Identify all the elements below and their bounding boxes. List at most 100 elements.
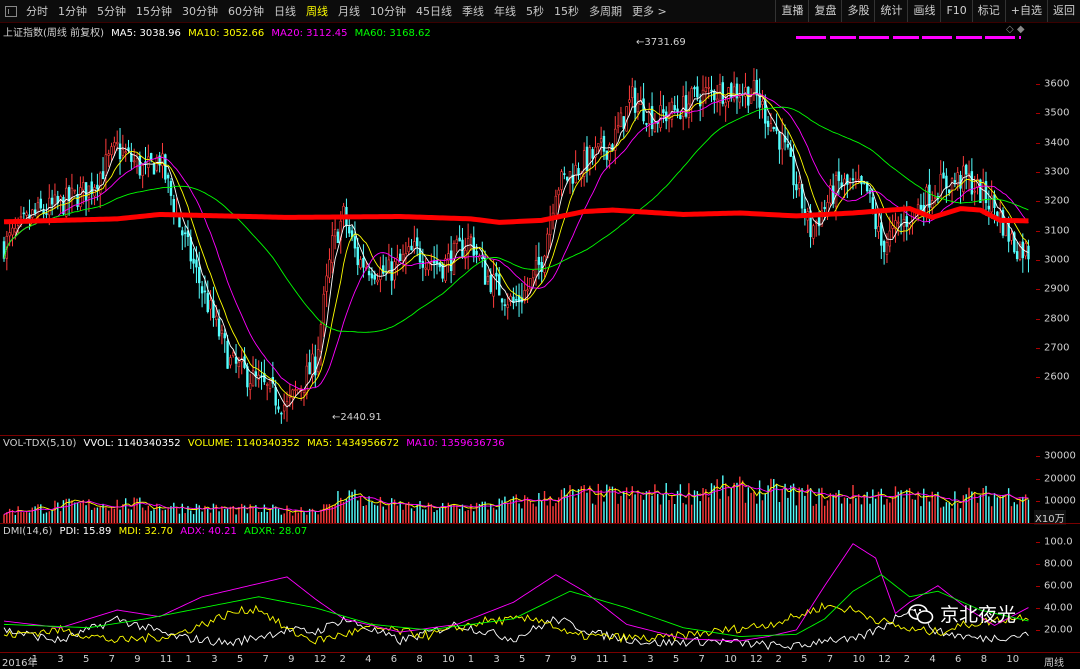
tool-button-3[interactable]: 统计 bbox=[874, 0, 907, 22]
y-tick-mark bbox=[1036, 563, 1040, 565]
y-tick-mark bbox=[1036, 455, 1040, 457]
candle-body bbox=[82, 182, 85, 191]
candle-body bbox=[662, 109, 665, 114]
x-tick-label: 7 bbox=[544, 654, 552, 665]
tool-button-1[interactable]: 复盘 bbox=[808, 0, 841, 22]
candle-body bbox=[220, 329, 224, 334]
candle-body bbox=[710, 89, 713, 92]
price-chart[interactable] bbox=[0, 34, 1034, 436]
period-tab-8[interactable]: 月线 bbox=[333, 3, 365, 19]
dmi-chart[interactable] bbox=[0, 536, 1034, 652]
candle-body bbox=[681, 96, 685, 117]
tool-button-0[interactable]: 直播 bbox=[775, 0, 808, 22]
tool-button-2[interactable]: 多股 bbox=[841, 0, 874, 22]
candle-body bbox=[215, 315, 218, 320]
candle-body bbox=[1024, 243, 1027, 257]
candle-body bbox=[605, 150, 608, 160]
low-price-label: ←2440.91 bbox=[332, 412, 382, 423]
candle-body bbox=[84, 182, 88, 202]
candle-body bbox=[223, 333, 226, 339]
candle-body bbox=[39, 198, 42, 209]
period-tab-2[interactable]: 5分钟 bbox=[92, 3, 131, 19]
candle-body bbox=[325, 275, 328, 292]
candle-body bbox=[715, 98, 719, 102]
vol-ma5-value: MA5: 1434956672 bbox=[307, 438, 400, 449]
candle-body bbox=[877, 226, 880, 232]
period-tab-0[interactable]: 分时 bbox=[21, 3, 53, 19]
candle-body bbox=[823, 206, 826, 210]
adx-line bbox=[3, 543, 1029, 642]
period-tab-14[interactable]: 15秒 bbox=[549, 3, 584, 19]
candle-body bbox=[110, 146, 113, 155]
tool-button-6[interactable]: 标记 bbox=[971, 0, 1005, 22]
candle-body bbox=[897, 221, 900, 224]
period-tab-6[interactable]: 日线 bbox=[269, 3, 301, 19]
tool-button-4[interactable]: 画线 bbox=[907, 0, 940, 22]
x-tick-label: 4 bbox=[365, 654, 372, 665]
volume-chart[interactable] bbox=[0, 449, 1034, 524]
y-tick-mark bbox=[1036, 607, 1040, 609]
candle-body bbox=[628, 99, 631, 103]
candle-body bbox=[172, 198, 175, 215]
x-tick-label: 5 bbox=[236, 654, 244, 665]
sidebar-toggle-icon[interactable] bbox=[5, 5, 17, 17]
candle-body bbox=[846, 174, 849, 185]
period-tab-3[interactable]: 15分钟 bbox=[131, 3, 177, 19]
tool-button-5[interactable]: F10 bbox=[940, 0, 971, 22]
candle-body bbox=[398, 253, 402, 262]
x-tick-label: 3 bbox=[57, 654, 64, 665]
candle-body bbox=[331, 235, 334, 264]
candle-body bbox=[353, 236, 357, 249]
period-tab-4[interactable]: 30分钟 bbox=[177, 3, 223, 19]
candle-body bbox=[328, 259, 331, 279]
x-tick-label: 3 bbox=[211, 654, 218, 665]
candle-body bbox=[602, 135, 606, 152]
candle-body bbox=[249, 383, 252, 390]
candle-body bbox=[166, 174, 170, 179]
volume-y-tick: 20000 bbox=[1044, 473, 1076, 485]
candle-body bbox=[367, 270, 371, 276]
candle-body bbox=[789, 147, 792, 157]
candle-body bbox=[121, 149, 125, 156]
candle-body bbox=[619, 112, 623, 127]
candle-body bbox=[732, 86, 736, 101]
candle-body bbox=[942, 172, 945, 179]
volume-y-axis: 30000 20000 10000 100.0 80.00 60.00 40.00 20.00 bbox=[1036, 0, 1080, 668]
candle-body bbox=[874, 210, 877, 230]
candle-body bbox=[444, 258, 447, 282]
candle-body bbox=[161, 153, 164, 167]
period-tab-7[interactable]: 周线 bbox=[301, 3, 333, 19]
period-tab-11[interactable]: 季线 bbox=[457, 3, 489, 19]
period-tab-1[interactable]: 1分钟 bbox=[53, 3, 92, 19]
dmi-y-tick: 60.00 bbox=[1044, 580, 1073, 592]
x-tick-label: 10 bbox=[724, 654, 737, 665]
candle-body bbox=[885, 242, 889, 255]
candle-body bbox=[500, 298, 504, 303]
dmi-y-tick: 40.00 bbox=[1044, 602, 1073, 614]
candle-body bbox=[53, 194, 57, 206]
period-tab-15[interactable]: 多周期 bbox=[584, 3, 627, 19]
x-tick-label: 2 bbox=[903, 654, 911, 665]
x-tick-label: 7 bbox=[262, 654, 269, 665]
candle-body bbox=[305, 365, 309, 395]
period-tab-16[interactable]: 更多 > bbox=[627, 3, 672, 19]
candle-body bbox=[761, 101, 764, 105]
period-tab-10[interactable]: 45日线 bbox=[411, 3, 457, 19]
candle-body bbox=[769, 123, 773, 132]
candle-body bbox=[588, 147, 592, 170]
candle-body bbox=[294, 389, 297, 391]
period-tab-13[interactable]: 5秒 bbox=[521, 3, 549, 19]
period-tab-12[interactable]: 年线 bbox=[489, 3, 521, 19]
candle-body bbox=[792, 156, 795, 186]
candle-body bbox=[65, 187, 68, 217]
x-tick-label: 10 bbox=[852, 654, 866, 665]
x-tick-label: 10 bbox=[442, 654, 455, 665]
candle-body bbox=[265, 384, 269, 386]
candle-body bbox=[169, 181, 173, 196]
candles bbox=[2, 68, 1030, 424]
period-tab-5[interactable]: 60分钟 bbox=[223, 3, 269, 19]
period-tab-9[interactable]: 10分钟 bbox=[365, 3, 411, 19]
pane-divider bbox=[0, 523, 1080, 524]
candle-body bbox=[234, 356, 238, 364]
candle-body bbox=[772, 126, 775, 130]
